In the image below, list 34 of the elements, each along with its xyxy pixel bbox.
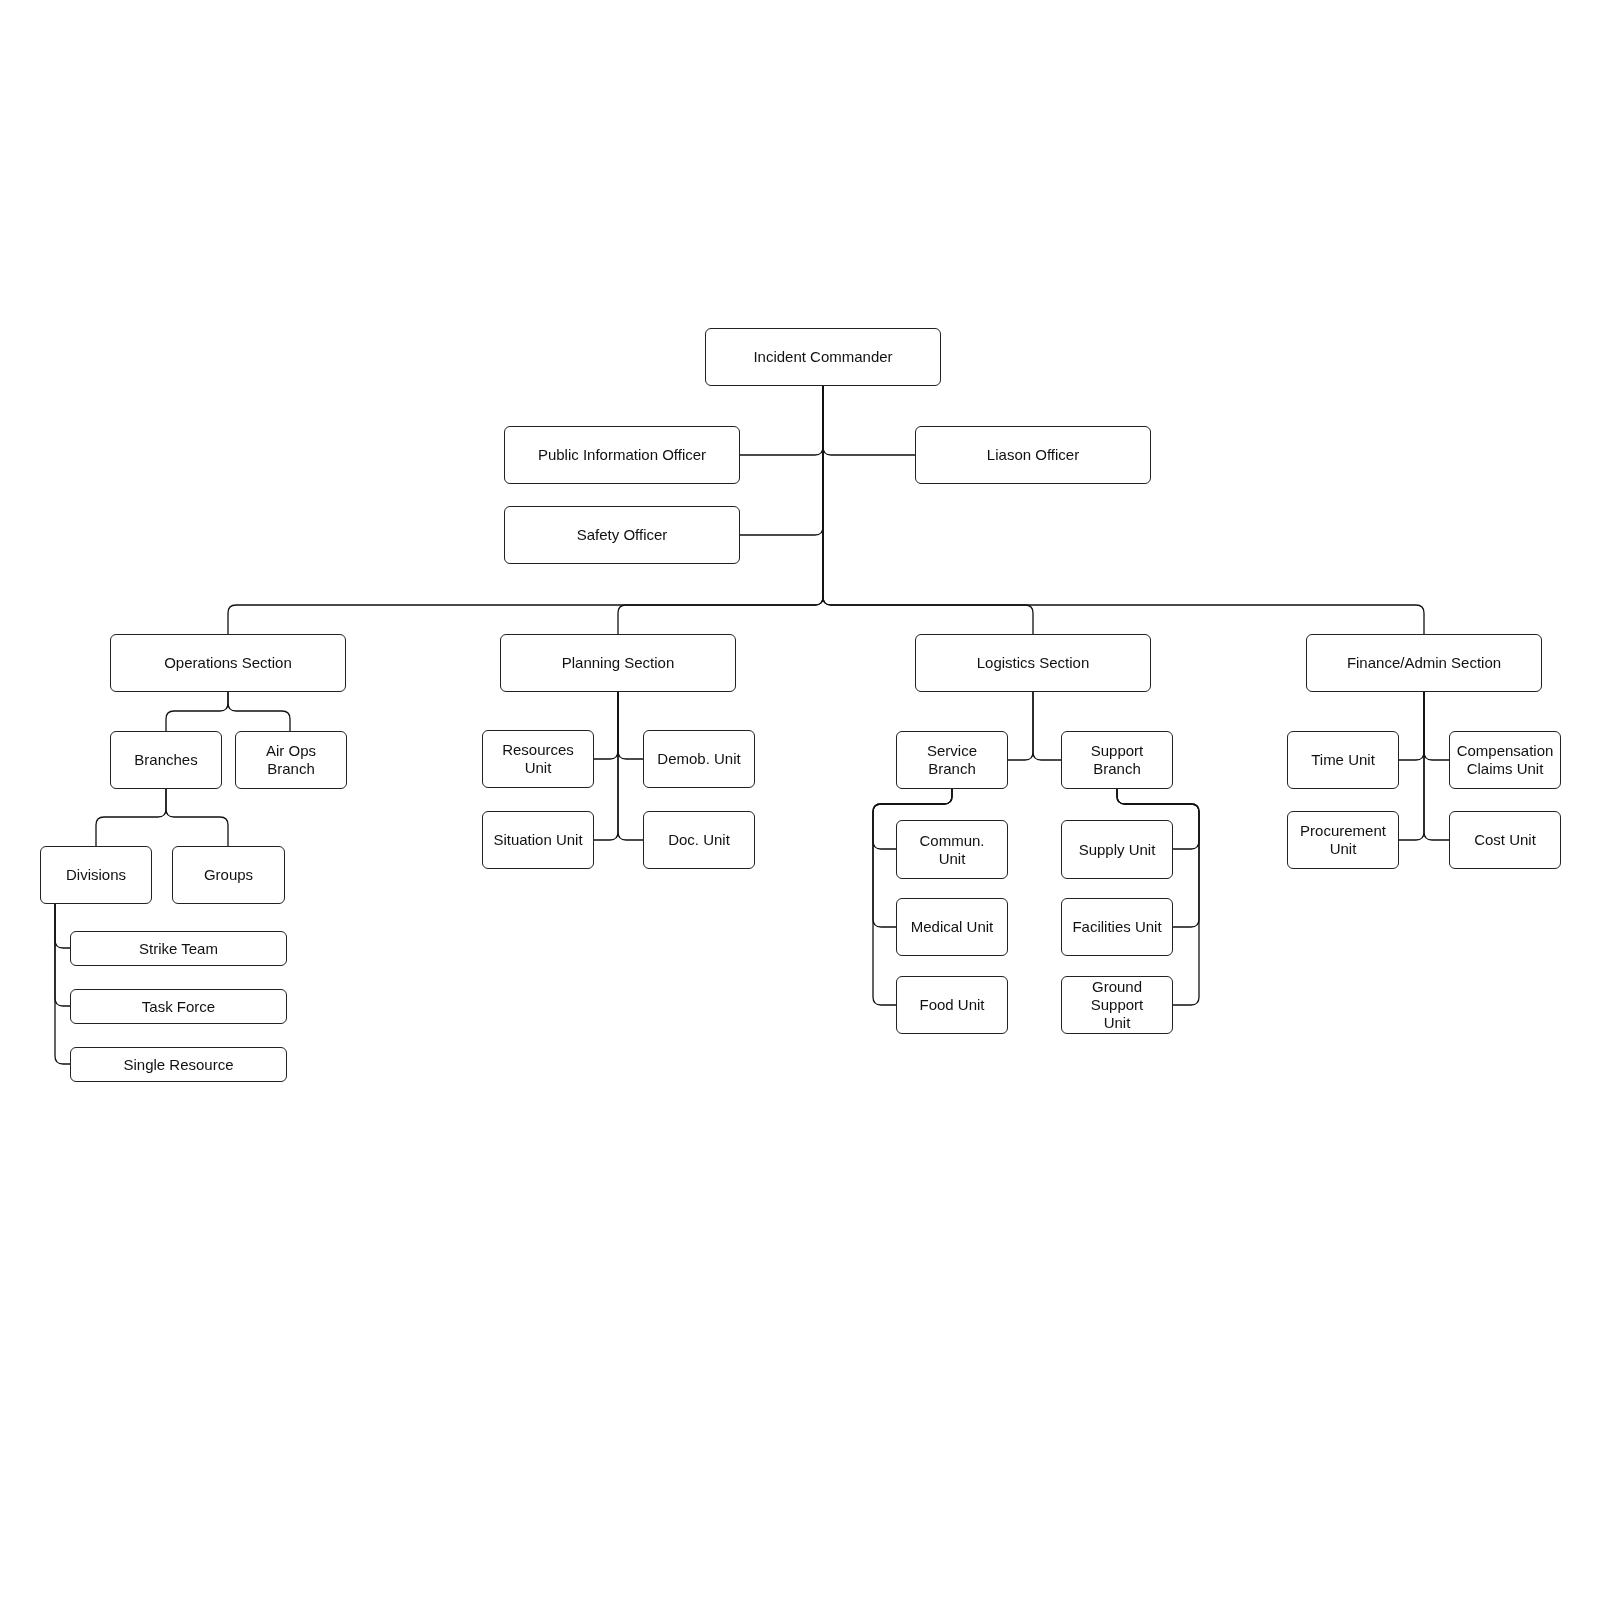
org-chart-node: Ground Support Unit xyxy=(1061,976,1173,1034)
org-chart-node: Procurement Unit xyxy=(1287,811,1399,869)
org-chart-node: Doc. Unit xyxy=(643,811,755,869)
org-chart-node: Service Branch xyxy=(896,731,1008,789)
org-chart-node: Public Information Officer xyxy=(504,426,740,484)
org-chart-node: Time Unit xyxy=(1287,731,1399,789)
org-chart-node: Medical Unit xyxy=(896,898,1008,956)
org-chart-node: Supply Unit xyxy=(1061,820,1173,879)
org-chart-node: Incident Commander xyxy=(705,328,941,386)
org-chart-node: Groups xyxy=(172,846,285,904)
org-chart-node: Demob. Unit xyxy=(643,730,755,788)
org-chart-node: Planning Section xyxy=(500,634,736,692)
org-chart-node: Resources Unit xyxy=(482,730,594,788)
org-chart-node: Air Ops Branch xyxy=(235,731,347,789)
org-chart-node: Divisions xyxy=(40,846,152,904)
org-chart-node: Operations Section xyxy=(110,634,346,692)
org-chart-node: Support Branch xyxy=(1061,731,1173,789)
org-chart-node: Commun. Unit xyxy=(896,820,1008,879)
org-chart-node: Safety Officer xyxy=(504,506,740,564)
org-chart-node: Situation Unit xyxy=(482,811,594,869)
connector-line xyxy=(1032,691,1062,761)
org-chart-node: Facilities Unit xyxy=(1061,898,1173,956)
connector-line xyxy=(165,788,229,847)
org-chart-node: Compensation Claims Unit xyxy=(1449,731,1561,789)
org-chart-node: Finance/Admin Section xyxy=(1306,634,1542,692)
connector-line xyxy=(227,691,291,732)
org-chart-node: Strike Team xyxy=(70,931,287,966)
org-chart-node: Task Force xyxy=(70,989,287,1024)
org-chart-node: Single Resource xyxy=(70,1047,287,1082)
org-chart-node: Liason Officer xyxy=(915,426,1151,484)
org-chart-node: Branches xyxy=(110,731,222,789)
org-chart-node: Logistics Section xyxy=(915,634,1151,692)
org-chart-node: Cost Unit xyxy=(1449,811,1561,869)
org-chart-node: Food Unit xyxy=(896,976,1008,1034)
